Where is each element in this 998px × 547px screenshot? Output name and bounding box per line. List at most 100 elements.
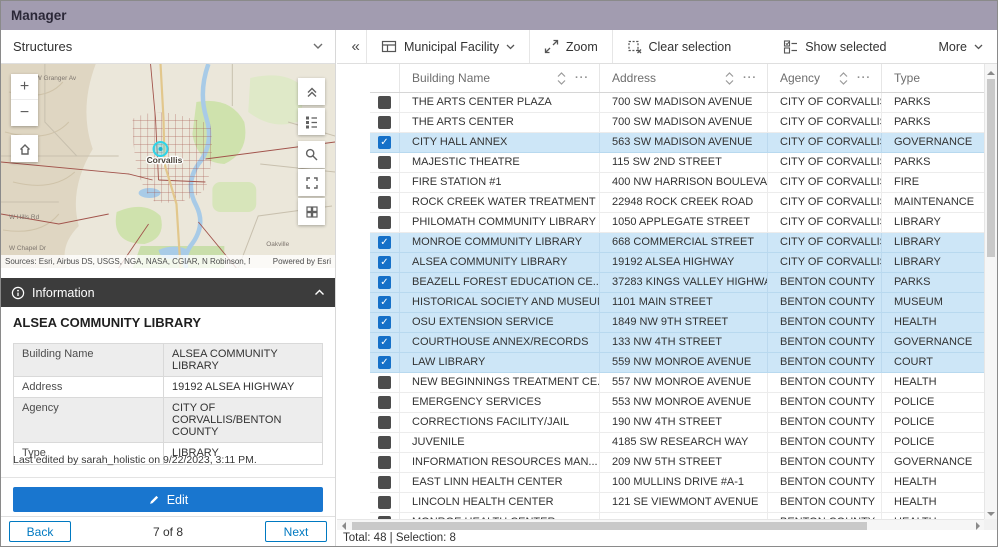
row-checkbox[interactable] [378,436,391,449]
row-checkbox[interactable] [378,496,391,509]
row-checkbox-cell[interactable] [370,413,400,432]
column-header-address[interactable]: Address ··· [600,64,768,92]
table-row[interactable]: THE ARTS CENTER PLAZA 700 SW MADISON AVE… [370,93,984,113]
table-row[interactable]: ✓ OSU EXTENSION SERVICE 1849 NW 9TH STRE… [370,313,984,333]
scroll-down-arrow[interactable] [985,506,998,519]
row-checkbox-cell[interactable] [370,373,400,392]
row-checkbox[interactable] [378,396,391,409]
row-checkbox[interactable]: ✓ [378,296,391,309]
sort-icon[interactable] [839,72,848,85]
row-checkbox-cell[interactable]: ✓ [370,273,400,292]
fullscreen-button[interactable] [298,169,325,196]
show-selected-button[interactable]: Show selected [769,30,900,63]
row-checkbox[interactable] [378,216,391,229]
row-checkbox-cell[interactable] [370,433,400,452]
edit-button[interactable]: Edit [13,487,323,512]
table-row[interactable]: NEW BEGINNINGS TREATMENT CE... 557 NW MO… [370,373,984,393]
map-search-button[interactable] [298,141,325,168]
row-checkbox-cell[interactable]: ✓ [370,313,400,332]
table-row[interactable]: EMERGENCY SERVICES 553 NW MONROE AVENUE … [370,393,984,413]
table-row[interactable]: ✓ COURTHOUSE ANNEX/RECORDS 133 NW 4TH ST… [370,333,984,353]
row-checkbox[interactable]: ✓ [378,236,391,249]
row-checkbox[interactable]: ✓ [378,316,391,329]
table-row[interactable]: INFORMATION RESOURCES MAN... 209 NW 5TH … [370,453,984,473]
horizontal-scrollbar-thumb[interactable] [352,522,867,530]
vertical-scrollbar[interactable] [984,64,997,519]
back-button[interactable]: Back [9,521,71,542]
collapse-panel-button[interactable] [298,78,325,105]
layer-selector[interactable]: Structures [1,30,335,64]
row-checkbox-cell[interactable] [370,193,400,212]
clear-selection-button[interactable]: Clear selection [613,30,746,63]
table-row[interactable]: THE ARTS CENTER 700 SW MADISON AVENUE CI… [370,113,984,133]
row-checkbox[interactable] [378,116,391,129]
table-row[interactable]: JUVENILE 4185 SW RESEARCH WAY BENTON COU… [370,433,984,453]
row-checkbox-cell[interactable]: ✓ [370,353,400,372]
cell-agency: BENTON COUNTY [768,473,882,492]
table-row[interactable]: ✓ HISTORICAL SOCIETY AND MUSEUM 1101 MAI… [370,293,984,313]
sort-icon[interactable] [725,72,734,85]
row-checkbox-cell[interactable]: ✓ [370,133,400,152]
row-checkbox-cell[interactable]: ✓ [370,293,400,312]
row-checkbox[interactable]: ✓ [378,136,391,149]
row-checkbox-cell[interactable]: ✓ [370,333,400,352]
collapse-table-button[interactable]: « [345,30,366,63]
scroll-up-arrow[interactable] [985,64,998,77]
row-checkbox-cell[interactable] [370,173,400,192]
table-row[interactable]: MAJESTIC THEATRE 115 SW 2ND STREET CITY … [370,153,984,173]
table-row[interactable]: ✓ ALSEA COMMUNITY LIBRARY 19192 ALSEA HI… [370,253,984,273]
table-row[interactable]: FIRE STATION #1 400 NW HARRISON BOULEVAR… [370,173,984,193]
column-header-building-name[interactable]: Building Name ··· [400,64,600,92]
row-checkbox[interactable] [378,156,391,169]
row-checkbox-cell[interactable] [370,113,400,132]
row-checkbox[interactable] [378,196,391,209]
row-checkbox-cell[interactable] [370,493,400,512]
row-checkbox[interactable] [378,456,391,469]
row-checkbox[interactable]: ✓ [378,256,391,269]
zoom-to-button[interactable]: Zoom [530,30,612,63]
table-row[interactable]: ✓ MONROE COMMUNITY LIBRARY 668 COMMERCIA… [370,233,984,253]
row-checkbox-cell[interactable] [370,153,400,172]
map-widget[interactable]: NW Granger Av W Hills Rd W Chapel Dr Oak… [1,64,335,268]
table-row[interactable]: ✓ CITY HALL ANNEX 563 SW MADISON AVENUE … [370,133,984,153]
column-header-type[interactable]: Type [882,64,984,92]
row-checkbox[interactable] [378,96,391,109]
sort-icon[interactable] [557,72,566,85]
row-checkbox-cell[interactable]: ✓ [370,253,400,272]
row-checkbox-cell[interactable] [370,93,400,112]
row-checkbox-cell[interactable] [370,473,400,492]
column-menu-icon[interactable]: ··· [857,72,871,84]
table-row[interactable]: CORRECTIONS FACILITY/JAIL 190 NW 4TH STR… [370,413,984,433]
row-checkbox[interactable] [378,416,391,429]
row-checkbox-cell[interactable] [370,393,400,412]
column-menu-icon[interactable]: ··· [575,72,589,84]
chevron-up-icon[interactable] [314,289,325,296]
table-row[interactable]: LINCOLN HEALTH CENTER 121 SE VIEWMONT AV… [370,493,984,513]
layer-dropdown[interactable]: Municipal Facility [367,30,529,63]
row-checkbox-cell[interactable] [370,453,400,472]
zoom-out-button[interactable]: − [11,100,38,126]
basemap-gallery-button[interactable] [298,198,325,225]
next-button[interactable]: Next [265,521,327,542]
table-row[interactable]: ✓ LAW LIBRARY 559 NW MONROE AVENUE BENTO… [370,353,984,373]
vertical-scrollbar-thumb[interactable] [987,79,995,257]
table-row[interactable]: ✓ BEAZELL FOREST EDUCATION CE... 37283 K… [370,273,984,293]
row-checkbox[interactable]: ✓ [378,356,391,369]
more-button[interactable]: More [925,30,997,63]
column-menu-icon[interactable]: ··· [743,72,757,84]
row-checkbox[interactable] [378,176,391,189]
row-checkbox[interactable] [378,476,391,489]
row-checkbox[interactable] [378,376,391,389]
legend-button[interactable] [298,108,325,135]
zoom-in-button[interactable]: + [11,74,38,100]
table-row[interactable]: ROCK CREEK WATER TREATMENT ... 22948 ROC… [370,193,984,213]
table-row[interactable]: EAST LINN HEALTH CENTER 100 MULLINS DRIV… [370,473,984,493]
home-extent-button[interactable] [11,135,38,162]
row-checkbox-cell[interactable]: ✓ [370,233,400,252]
cell-building-name: INFORMATION RESOURCES MAN... [400,453,600,472]
row-checkbox[interactable]: ✓ [378,336,391,349]
table-row[interactable]: PHILOMATH COMMUNITY LIBRARY 1050 APPLEGA… [370,213,984,233]
row-checkbox[interactable]: ✓ [378,276,391,289]
column-header-agency[interactable]: Agency ··· [768,64,882,92]
row-checkbox-cell[interactable] [370,213,400,232]
